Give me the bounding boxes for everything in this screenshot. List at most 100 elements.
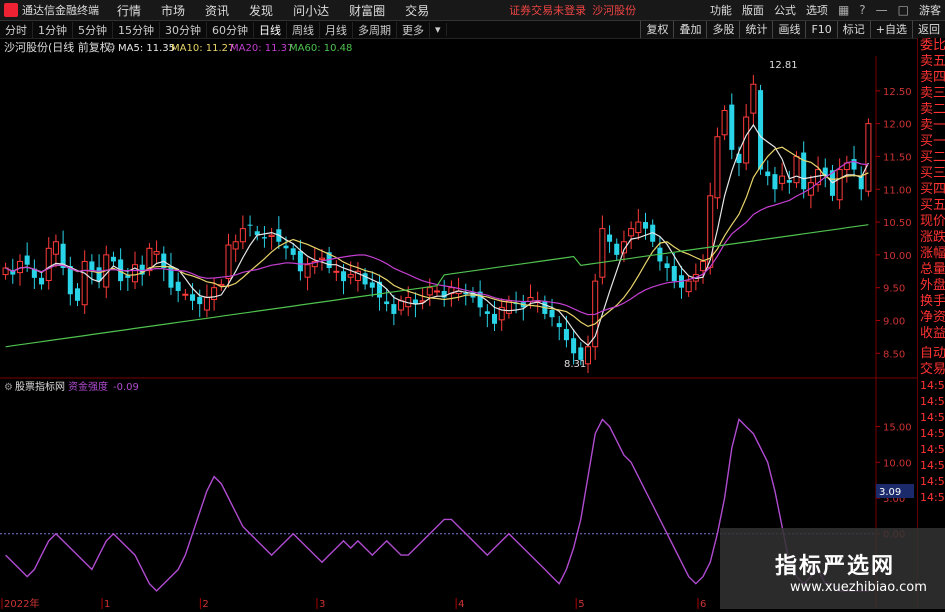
sidebar-turnover[interactable]: 换手 xyxy=(918,294,945,310)
tool-tongji[interactable]: 统计 xyxy=(739,21,773,38)
sidebar-buy2[interactable]: 买二 xyxy=(918,150,945,166)
sidebar-pct[interactable]: 涨幅 xyxy=(918,246,945,262)
settings-icon[interactable]: ⚙ xyxy=(106,41,116,54)
sidebar-mai3[interactable]: 卖三 xyxy=(918,86,945,102)
candle-body-down xyxy=(247,224,253,226)
menu-gongneng[interactable]: 功能 xyxy=(710,2,732,18)
candle-body-up xyxy=(153,251,160,255)
sidebar-buy4[interactable]: 买四 xyxy=(918,182,945,198)
minimize-icon[interactable]: — xyxy=(876,3,888,17)
sidebar-auto[interactable]: 自动 xyxy=(918,346,945,362)
period-15min[interactable]: 15分钟 xyxy=(113,21,160,38)
sidebar-trade[interactable]: 交易 xyxy=(918,362,945,378)
candle-body-down xyxy=(290,248,296,255)
tool-fuquan[interactable]: 复权 xyxy=(640,21,674,38)
price-tick-label: 11.50 xyxy=(883,152,912,163)
candle-body-down xyxy=(261,237,267,239)
period-5min[interactable]: 5分钟 xyxy=(73,21,113,38)
menu-xuanxiang[interactable]: 选项 xyxy=(806,2,828,18)
menu-faxian[interactable]: 发现 xyxy=(249,2,273,19)
tool-fanhui[interactable]: 返回 xyxy=(912,21,945,38)
menu-caifuquan[interactable]: 财富圈 xyxy=(349,2,385,19)
menu-wenxiaoda[interactable]: 问小达 xyxy=(293,2,329,19)
price-tick-label: 10.00 xyxy=(883,251,912,262)
period-more[interactable]: 更多 xyxy=(397,21,430,38)
candle-body-up xyxy=(721,110,728,136)
sidebar-price[interactable]: 现价 xyxy=(918,214,945,230)
sidebar-netasset[interactable]: 净资 xyxy=(918,310,945,326)
grid-icon[interactable]: ▦ xyxy=(838,3,849,17)
kline-chart-svg[interactable]: 沙河股份(日线 前复权) ⚙ MA5: 11.35 MA10: 11.27 MA… xyxy=(0,38,917,610)
candle-body-up xyxy=(211,287,218,300)
stock-link[interactable]: 沙河股份 xyxy=(592,2,636,18)
more-dropdown-icon[interactable]: ▾ xyxy=(430,23,447,36)
period-daily[interactable]: 日线 xyxy=(254,21,287,38)
candle-body-down xyxy=(786,180,792,183)
period-weekly[interactable]: 周线 xyxy=(287,21,320,38)
candle-body-down xyxy=(492,313,498,324)
sidebar-time-2: 14:5 xyxy=(920,395,945,408)
tool-biaoji[interactable]: 标记 xyxy=(836,21,870,38)
login-notice[interactable]: 证券交易未登录 xyxy=(509,2,586,18)
menu-hangqing[interactable]: 行情 xyxy=(117,2,141,19)
candle-body-up xyxy=(714,136,721,199)
sidebar-change[interactable]: 涨跌 xyxy=(918,230,945,246)
help-icon[interactable]: ? xyxy=(859,3,865,17)
candle-body-up xyxy=(398,300,405,311)
candle-body-up xyxy=(700,260,707,272)
chart-area[interactable]: 沙河股份(日线 前复权) ⚙ MA5: 11.35 MA10: 11.27 MA… xyxy=(0,38,917,610)
tool-huaxian[interactable]: 画线 xyxy=(772,21,806,38)
candle-body-up xyxy=(132,264,139,283)
candle-body-up xyxy=(225,244,232,279)
candle-body-down xyxy=(297,250,303,272)
candle-body-down xyxy=(549,310,555,318)
watermark-url: www.xuezhibiao.com xyxy=(790,580,927,595)
candle-body-down xyxy=(384,301,390,305)
price-axis: 8.50 9.00 9.50 10.00 10.50 11.00 11.50 12.00 12.… xyxy=(876,87,912,360)
guest-label[interactable]: 游客 xyxy=(919,2,941,18)
candle-body-down xyxy=(851,159,857,170)
period-fenshi[interactable]: 分时 xyxy=(0,21,33,38)
sidebar-volume[interactable]: 总量 xyxy=(918,262,945,278)
menu-zixun[interactable]: 资讯 xyxy=(205,2,229,19)
price-tick-label: 9.50 xyxy=(883,284,905,295)
tool-diejia[interactable]: 叠加 xyxy=(673,21,707,38)
indicator-settings-icon[interactable]: ⚙ xyxy=(4,382,13,393)
period-monthly[interactable]: 月线 xyxy=(320,21,353,38)
sidebar-buy5[interactable]: 买五 xyxy=(918,198,945,214)
tool-duogu[interactable]: 多股 xyxy=(706,21,740,38)
maximize-icon[interactable]: □ xyxy=(898,3,909,17)
sidebar-weibi[interactable]: 委比 xyxy=(918,38,945,54)
ma10-label: MA10: 11.27 xyxy=(171,43,234,54)
period-60min[interactable]: 60分钟 xyxy=(207,21,254,38)
menu-gongshi[interactable]: 公式 xyxy=(774,2,796,18)
tool-zixuan[interactable]: +自选 xyxy=(869,21,912,38)
x-tick-label: 3 xyxy=(319,599,325,609)
candle-body-up xyxy=(318,257,325,260)
low-price-label: 8.31 xyxy=(564,359,586,370)
candle-body-down xyxy=(556,323,562,328)
menu-banmian[interactable]: 版面 xyxy=(742,2,764,18)
sidebar-eps[interactable]: 收益 xyxy=(918,326,945,342)
menu-jiaoyi[interactable]: 交易 xyxy=(405,2,429,19)
sidebar-mai4[interactable]: 卖四 xyxy=(918,70,945,86)
candle-body-down xyxy=(578,347,584,360)
candle-body-up xyxy=(836,169,843,201)
period-30min[interactable]: 30分钟 xyxy=(160,21,207,38)
candle-body-up xyxy=(750,83,757,114)
sidebar-buy1[interactable]: 买一 xyxy=(918,134,945,150)
period-1min[interactable]: 1分钟 xyxy=(33,21,73,38)
sidebar-time-8: 14:5 xyxy=(920,491,945,504)
period-multi[interactable]: 多周期 xyxy=(353,21,397,38)
tool-f10[interactable]: F10 xyxy=(805,21,837,38)
candle-body-up xyxy=(347,274,354,278)
sidebar-buy3[interactable]: 买三 xyxy=(918,166,945,182)
sidebar-outer[interactable]: 外盘 xyxy=(918,278,945,294)
sidebar-mai2[interactable]: 卖二 xyxy=(918,102,945,118)
sidebar-mai5[interactable]: 卖五 xyxy=(918,54,945,70)
menu-shichang[interactable]: 市场 xyxy=(161,2,185,19)
current-value-label: 3.09 xyxy=(879,487,901,498)
price-tick-label: 10.50 xyxy=(883,218,912,229)
sidebar-mai1[interactable]: 卖一 xyxy=(918,118,945,134)
candle-body-up xyxy=(599,228,606,278)
